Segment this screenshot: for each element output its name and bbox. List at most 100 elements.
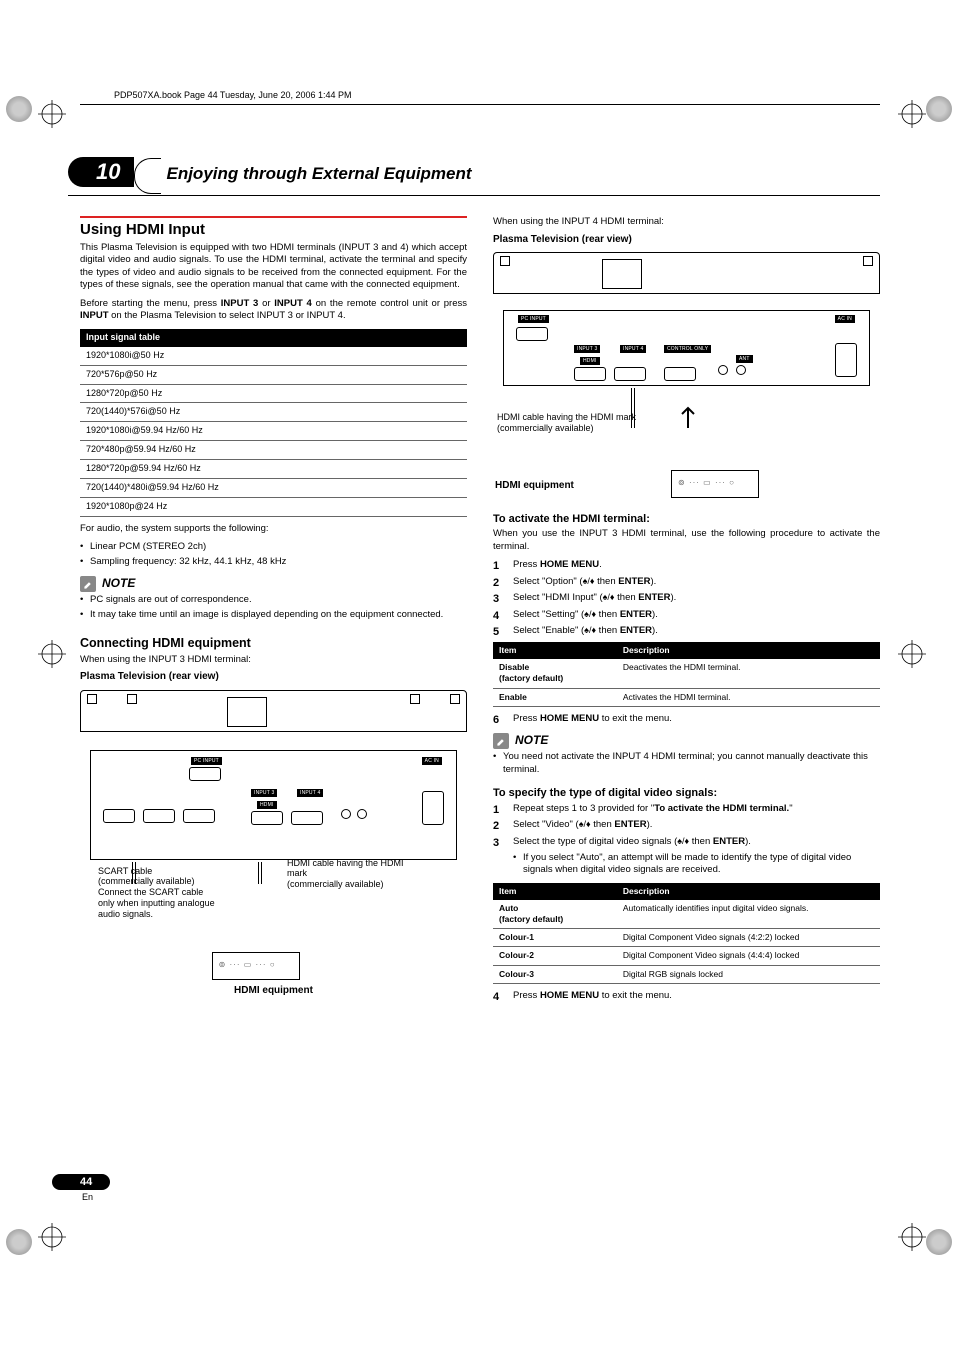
label-input4: INPUT 4	[297, 789, 323, 798]
th-item: Item	[493, 883, 617, 900]
step-item: Select the type of digital video signals…	[493, 836, 880, 877]
table-row: Activates the HDMI terminal.	[617, 688, 880, 706]
text: SCART cable (commercially available) Con…	[98, 866, 215, 919]
chapter-underline	[68, 195, 880, 196]
step-item: Select "HDMI Input" (♠/♦ then ENTER).	[493, 592, 880, 605]
table-row: 720(1440)*576i@50 Hz	[80, 403, 467, 422]
text: to exit the menu.	[599, 713, 672, 724]
list-item: Sampling frequency: 32 kHz, 44.1 kHz, 48…	[80, 556, 467, 569]
steps-activate-cont: Press HOME MENU to exit the menu.	[493, 713, 880, 726]
text: Press	[513, 559, 540, 570]
intro-paragraph: This Plasma Television is equipped with …	[80, 242, 467, 292]
equipment-caption: HDMI equipment	[495, 479, 574, 492]
table-row: Colour-1	[493, 929, 617, 947]
label-input4: INPUT 4	[620, 345, 646, 354]
arrow-up-icon	[673, 402, 703, 432]
text: on the remote control unit or press	[312, 298, 467, 309]
note-icon	[80, 576, 96, 592]
text: then	[591, 819, 615, 830]
table-row: Disable (factory default)	[493, 659, 617, 688]
text: "	[789, 803, 792, 814]
text: Select the type of digital video signals…	[513, 836, 677, 847]
audio-support-intro: For audio, the system supports the follo…	[80, 523, 467, 536]
table-row: 1920*1080i@59.94 Hz/60 Hz	[80, 422, 467, 441]
h3-connecting: Connecting HDMI equipment	[80, 635, 467, 652]
arrow-up-down-icon: ♠/♦	[579, 819, 591, 829]
video-type-table: ItemDescription Auto (factory default)Au…	[493, 883, 880, 984]
table-header: Input signal table	[80, 329, 467, 347]
th-desc: Description	[617, 883, 880, 900]
kw: ENTER	[713, 836, 745, 847]
text: then	[615, 592, 639, 603]
book-tab-line: PDP507XA.book Page 44 Tuesday, June 20, …	[114, 90, 880, 100]
h4-activate: To activate the HDMI terminal:	[493, 512, 880, 527]
table-row: Enable	[493, 688, 617, 706]
label-input3: INPUT 3	[574, 345, 600, 354]
table-row: 720(1440)*480i@59.94 Hz/60 Hz	[80, 478, 467, 497]
lang-label: En	[82, 1192, 110, 1202]
table-row: Digital Component Video signals (4:4:4) …	[617, 947, 880, 965]
registration-mark-icon	[38, 1223, 66, 1251]
step-item: Select "Video" (♠/♦ then ENTER).	[493, 819, 880, 832]
text: Before starting the menu, press	[80, 298, 221, 309]
text: Select "Option" (	[513, 576, 583, 587]
arrow-up-down-icon: ♠/♦	[603, 592, 615, 602]
registration-mark-icon	[898, 100, 926, 128]
step-item: Press HOME MENU to exit the menu.	[493, 990, 880, 1003]
text: to exit the menu.	[599, 990, 672, 1001]
step-item: Select "Option" (♠/♦ then ENTER).	[493, 576, 880, 589]
step-item: Select "Setting" (♠/♦ then ENTER).	[493, 609, 880, 622]
text: Press	[513, 990, 540, 1001]
kw: ENTER	[614, 819, 646, 830]
text: .	[599, 559, 602, 570]
diagram-scart-caption: SCART cable (commercially available) Con…	[98, 866, 218, 920]
chapter-title: Enjoying through External Equipment	[144, 164, 880, 184]
text: on the Plasma Television to select INPUT…	[109, 310, 346, 321]
text: Select "Enable" (	[513, 625, 584, 636]
registration-mark-icon	[38, 100, 66, 128]
activate-intro: When you use the INPUT 3 HDMI terminal, …	[493, 528, 880, 553]
kw: ENTER	[620, 609, 652, 620]
text: Select "HDMI Input" (	[513, 592, 603, 603]
when-input4: When using the INPUT 4 HDMI terminal:	[493, 216, 880, 229]
label-hdmi: HDMI	[580, 357, 600, 366]
note-label: NOTE	[515, 733, 548, 749]
list-item: PC signals are out of correspondence.	[80, 594, 467, 607]
table-row: 1920*1080p@24 Hz	[80, 497, 467, 516]
text: ).	[650, 576, 656, 587]
kw: ENTER	[620, 625, 652, 636]
equipment-caption: HDMI equipment	[80, 984, 467, 997]
kw: HOME MENU	[540, 713, 599, 724]
label-ant: ANT	[736, 355, 753, 364]
text: ).	[652, 609, 658, 620]
th-desc: Description	[617, 642, 880, 659]
rear-panel-diagram-input4: PC INPUT INPUT 3 INPUT 4 HDMI CONTROL ON…	[493, 252, 880, 502]
kw: To activate the HDMI terminal.	[654, 803, 789, 814]
page-number: 44	[52, 1174, 110, 1190]
when-input3: When using the INPUT 3 HDMI terminal:	[80, 654, 467, 667]
note-bullets: PC signals are out of correspondence. It…	[80, 594, 467, 621]
label-input3: INPUT 3	[251, 789, 277, 798]
activate-table: ItemDescription Disable (factory default…	[493, 642, 880, 707]
text: ).	[671, 592, 677, 603]
audio-bullets: Linear PCM (STEREO 2ch) Sampling frequen…	[80, 541, 467, 568]
text: HDMI cable having the HDMI mark (commerc…	[497, 412, 636, 433]
registration-mark-icon	[38, 640, 66, 668]
h4-video: To specify the type of digital video sig…	[493, 786, 880, 801]
label-control-only: CONTROL ONLY	[664, 345, 711, 354]
kw: ENTER	[618, 576, 650, 587]
text: ).	[647, 819, 653, 830]
table-row: 1280*720p@59.94 Hz/60 Hz	[80, 460, 467, 479]
crop-corner	[926, 96, 952, 122]
table-row: Auto (factory default)	[493, 900, 617, 929]
crop-corner	[926, 1229, 952, 1255]
chapter-number: 10	[68, 157, 134, 187]
registration-mark-icon	[898, 1223, 926, 1251]
label-pc-input: PC INPUT	[191, 757, 222, 766]
note-header: NOTE	[493, 733, 880, 749]
text: ).	[745, 836, 751, 847]
note-icon	[493, 733, 509, 749]
text: ).	[652, 625, 658, 636]
list-item: You need not activate the INPUT 4 HDMI t…	[493, 751, 880, 776]
table-row: 720*480p@59.94 Hz/60 Hz	[80, 441, 467, 460]
